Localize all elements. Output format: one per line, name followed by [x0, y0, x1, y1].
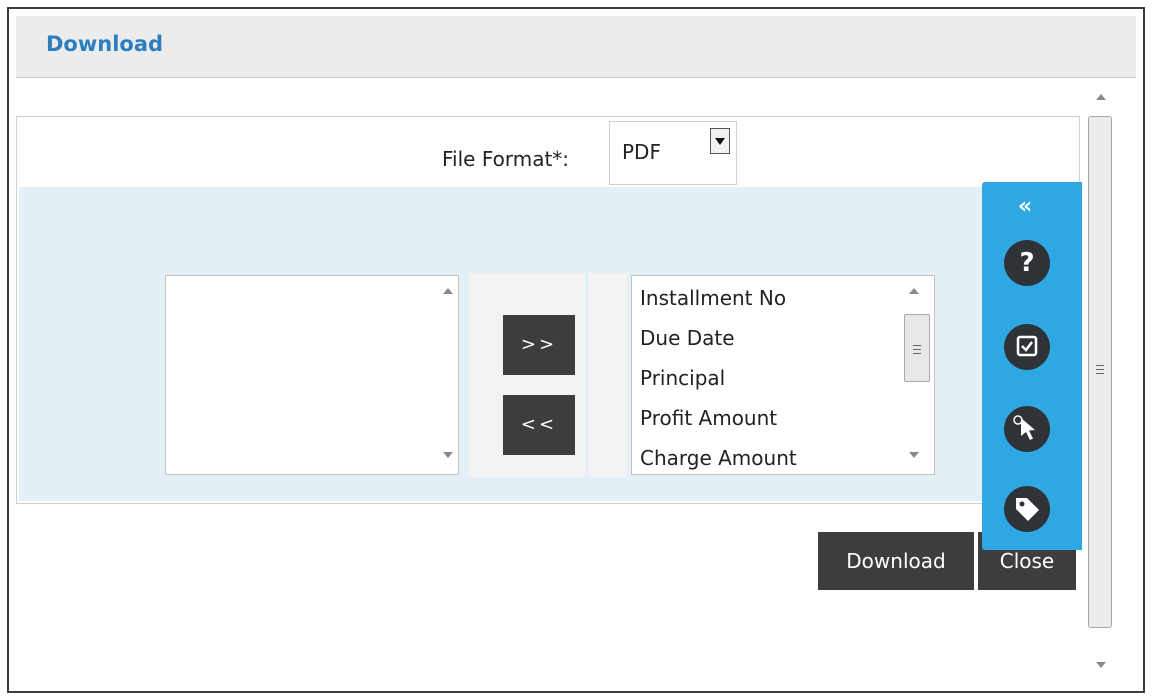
scroll-down-icon[interactable] [443, 452, 453, 458]
transfer-spacer [589, 273, 627, 477]
scroll-up-icon[interactable] [1096, 94, 1106, 100]
file-format-label: File Format*: [442, 147, 570, 171]
list-item[interactable]: Charge Amount [640, 446, 797, 472]
list-item[interactable]: Profit Amount [640, 406, 777, 430]
scroll-up-icon[interactable] [909, 288, 919, 294]
available-columns-list[interactable] [165, 275, 459, 475]
list-item[interactable]: Due Date [640, 326, 735, 350]
collapse-icon[interactable]: « [1018, 194, 1032, 219]
dialog-scroll-thumb[interactable] [1088, 116, 1112, 628]
help-icon[interactable]: ? [1004, 240, 1050, 286]
selected-list-scrollbar[interactable] [904, 276, 930, 474]
selected-columns-list[interactable]: Installment No Due Date Principal Profit… [631, 275, 935, 475]
scroll-down-icon[interactable] [909, 452, 919, 458]
tag-icon[interactable] [1004, 486, 1050, 532]
scroll-down-icon[interactable] [1096, 662, 1106, 668]
download-button[interactable]: Download [818, 532, 974, 590]
download-form: File Format*: PDF >> << Installment No D… [16, 116, 1080, 504]
scroll-thumb[interactable] [904, 314, 930, 382]
side-toolbar: « ? [982, 182, 1082, 550]
pointer-icon[interactable] [1004, 406, 1050, 452]
remove-columns-button[interactable]: << [503, 395, 575, 455]
dialog-title: Download [46, 32, 164, 56]
column-selector-panel: >> << Installment No Due Date Principal … [19, 187, 1079, 501]
available-list-scrollbar[interactable] [438, 276, 456, 474]
list-item[interactable]: Installment No [640, 286, 786, 310]
dropdown-arrow-icon[interactable] [710, 128, 730, 154]
list-item[interactable]: Principal [640, 366, 725, 390]
dialog-header: Download [16, 16, 1136, 78]
file-format-select[interactable]: PDF [609, 121, 737, 185]
checkbox-icon[interactable] [1004, 324, 1050, 370]
transfer-buttons-column: >> << [469, 273, 585, 477]
file-format-value: PDF [622, 140, 661, 164]
add-columns-button[interactable]: >> [503, 315, 575, 375]
scroll-up-icon[interactable] [443, 288, 453, 294]
